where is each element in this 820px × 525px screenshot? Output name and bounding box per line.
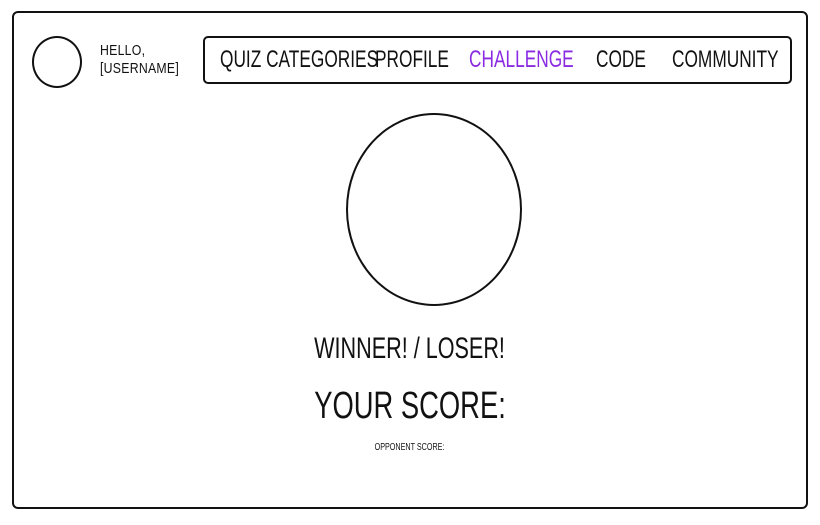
user-greeting: HELLO, [USERNAME] [100, 42, 179, 78]
opponent-score-label: OPPONENT SCORE: [375, 442, 445, 453]
nav-item-community[interactable]: COMMUNITY [672, 46, 779, 74]
winner-loser-label: WINNER! / LOSER! [314, 332, 506, 365]
nav-item-challenge[interactable]: CHALLENGE [469, 46, 574, 74]
result-image-placeholder [346, 113, 522, 306]
opponent-score: OPPONENT SCORE: [0, 442, 820, 454]
greeting-hello: HELLO, [100, 42, 146, 59]
top-navigation-bar: QUIZ CATEGORIES PROFILE CHALLENGE CODE C… [203, 36, 792, 84]
your-score-label: YOUR SCORE: [314, 385, 506, 427]
nav-item-profile[interactable]: PROFILE [375, 46, 449, 74]
result-status-text: WINNER! / LOSER! [0, 332, 820, 366]
nav-item-code[interactable]: CODE [596, 46, 646, 74]
nav-item-quiz-categories[interactable]: QUIZ CATEGORIES [220, 46, 378, 74]
greeting-username: [USERNAME] [100, 60, 180, 77]
your-score: YOUR SCORE: [0, 385, 820, 427]
avatar[interactable] [32, 36, 82, 88]
